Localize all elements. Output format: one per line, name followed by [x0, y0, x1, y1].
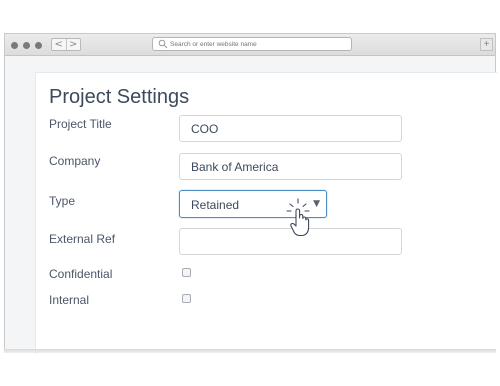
type-label: Type [49, 194, 76, 208]
forward-button[interactable]: > [65, 39, 81, 50]
page-title: Project Settings [49, 86, 190, 108]
nav-buttons: < > [51, 38, 81, 51]
address-bar[interactable] [152, 37, 352, 51]
company-label: Company [49, 154, 101, 168]
address-input[interactable] [170, 40, 340, 48]
back-button[interactable]: < [52, 39, 66, 50]
company-input[interactable] [179, 153, 402, 180]
new-tab-button[interactable]: + [480, 38, 493, 51]
confidential-checkbox[interactable] [182, 268, 191, 277]
search-icon [158, 39, 168, 49]
window-bottom-edge [4, 349, 496, 353]
window-dot-icon[interactable] [23, 42, 30, 49]
hand-cursor-icon [286, 198, 310, 237]
external-ref-label: External Ref [49, 232, 116, 246]
project-title-label: Project Title [49, 117, 112, 131]
window-dot-icon[interactable] [11, 42, 18, 49]
project-title-input[interactable] [179, 115, 402, 142]
browser-toolbar: < > + [5, 34, 495, 56]
internal-label: Internal [49, 293, 90, 307]
window-dot-icon[interactable] [35, 42, 42, 49]
type-select-value: Retained [191, 198, 240, 212]
internal-checkbox[interactable] [182, 294, 191, 303]
confidential-label: Confidential [49, 267, 113, 281]
chevron-down-icon: ▼ [313, 199, 320, 209]
